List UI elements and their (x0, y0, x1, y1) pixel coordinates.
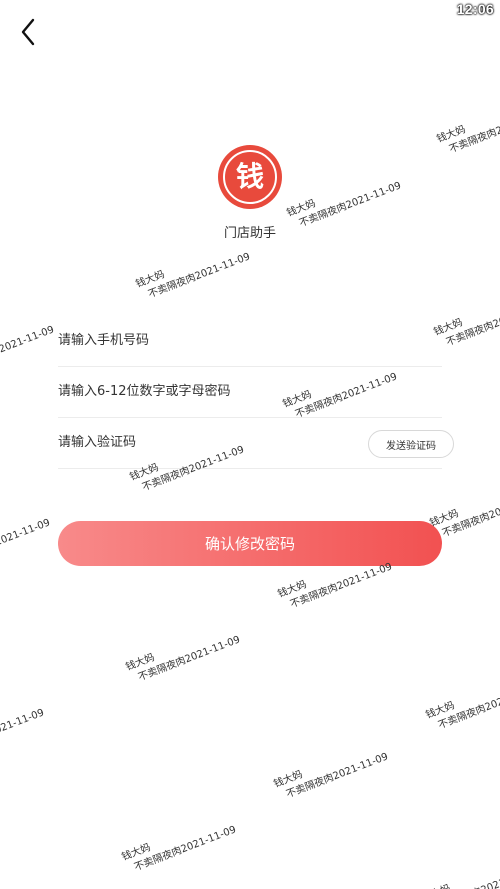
send-code-button[interactable]: 发送验证码 (368, 430, 454, 458)
watermark: 钱大妈不卖隔夜肉2021-11-09 (124, 634, 242, 684)
verification-code-input[interactable] (58, 417, 338, 467)
logo-glyph: 钱 (235, 160, 264, 193)
watermark: 钱大妈不卖隔夜肉2021-11-09 (424, 682, 500, 732)
watermark: 钱大妈不卖隔夜肉2021-11-09 (272, 751, 390, 801)
password-field (58, 366, 442, 418)
app-logo: 钱 (218, 145, 282, 209)
watermark: 钱大妈不卖隔夜肉2021-11-09 (0, 324, 56, 374)
watermark: 钱大妈不卖隔夜肉2021-11-09 (0, 517, 52, 567)
watermark: 钱大妈不卖隔夜肉2021-11-09 (120, 824, 238, 874)
watermark: 钱大妈不卖隔夜肉2021-11-09 (0, 707, 46, 757)
chevron-left-icon (21, 18, 35, 46)
status-time: 12:06 (456, 1, 494, 17)
back-button[interactable] (10, 14, 46, 50)
confirm-change-password-button[interactable]: 确认修改密码 (58, 521, 442, 566)
watermark: 钱大妈不卖隔夜肉2021-11-09 (420, 851, 500, 889)
verification-code-field: 发送验证码 (58, 417, 454, 469)
watermark: 钱大妈不卖隔夜肉2021-11-09 (435, 106, 500, 156)
watermark: 钱大妈不卖隔夜肉2021-11-09 (432, 299, 500, 349)
status-bar: 12:06 (0, 0, 500, 20)
phone-field (58, 315, 442, 367)
phone-input[interactable] (58, 315, 358, 365)
password-input[interactable] (58, 366, 358, 416)
watermark: 钱大妈不卖隔夜肉2021-11-09 (134, 251, 252, 301)
app-name: 门店助手 (223, 226, 276, 241)
